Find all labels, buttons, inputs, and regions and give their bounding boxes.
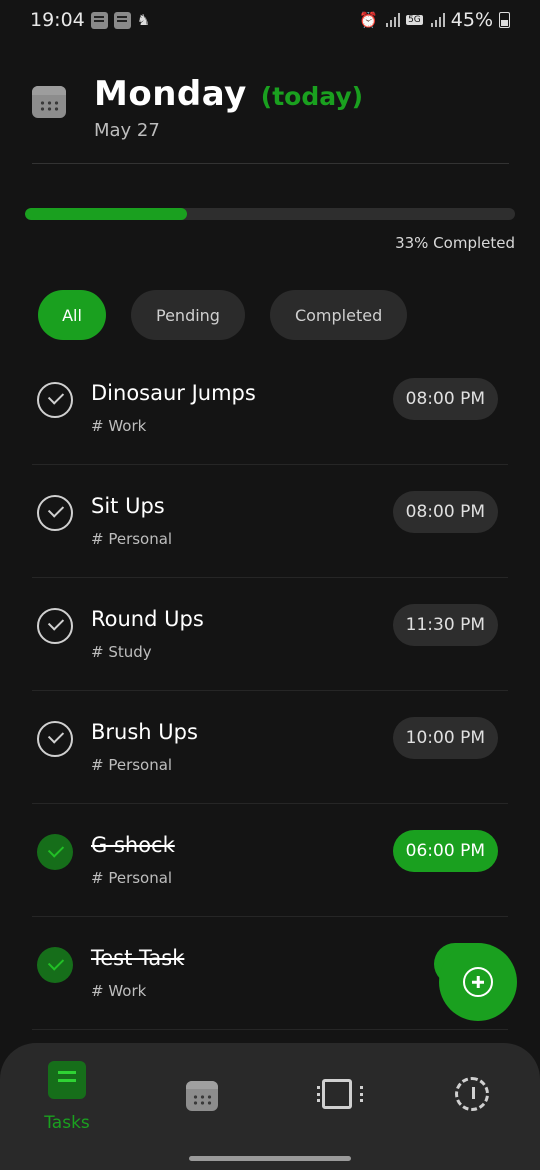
calendar-icon[interactable]: [32, 86, 66, 118]
task-tag: # Work: [91, 982, 147, 1000]
nav-calendar[interactable]: [162, 1081, 242, 1111]
task-title: Brush Ups: [91, 720, 198, 744]
task-list: Dinosaur Jumps # Work 08:00 PM Sit Ups # Per…: [32, 352, 508, 1030]
day-title: Monday: [94, 74, 247, 114]
network-type-badge: 5G: [406, 15, 423, 25]
task-time-pill[interactable]: 06:00 PM: [392, 830, 498, 872]
signal-icon-2: [429, 13, 445, 27]
timer-nav-icon: [455, 1077, 489, 1111]
signal-icon: [384, 13, 401, 27]
task-time-pill[interactable]: 08:00 PM: [392, 491, 498, 533]
task-tag: # Study: [91, 643, 152, 661]
status-left: 19:04 ♞: [30, 9, 150, 31]
status-right: ⏰ 5G 45%: [359, 9, 510, 31]
tasks-nav-icon: [48, 1061, 86, 1099]
task-tag: # Personal: [91, 530, 173, 548]
home-indicator[interactable]: [189, 1156, 351, 1161]
task-time-pill[interactable]: 10:00 PM: [392, 717, 498, 759]
alarm-icon: ⏰: [359, 11, 379, 29]
meditation-notification-icon: ♞: [136, 11, 151, 29]
filter-chips: All Pending Completed: [38, 290, 408, 340]
day-header: Monday (today) May 27: [32, 74, 363, 141]
status-time: 19:04: [30, 9, 85, 31]
nav-tasks-label: Tasks: [44, 1113, 90, 1133]
task-tag: # Personal: [91, 756, 173, 774]
battery-icon: [499, 12, 510, 28]
task-row[interactable]: Round Ups # Study 11:30 PM: [32, 578, 508, 691]
task-row[interactable]: G shock # Personal 06:00 PM: [32, 804, 508, 917]
task-checkbox[interactable]: [37, 382, 73, 418]
status-bar: 19:04 ♞ ⏰ 5G 45%: [0, 0, 540, 40]
header-divider: [32, 163, 509, 164]
tasks-notification-icon-2: [113, 11, 131, 29]
nav-tasks[interactable]: Tasks: [27, 1061, 107, 1133]
progress-bar: [25, 208, 515, 220]
task-row[interactable]: Test Task# Work05:4: [32, 917, 508, 1030]
tasks-notification-icon: [90, 11, 108, 29]
task-row[interactable]: Dinosaur Jumps # Work 08:00 PM: [32, 352, 508, 465]
add-task-icon: [463, 967, 493, 997]
chip-nav-icon: [317, 1079, 363, 1109]
task-checkbox[interactable]: [37, 834, 73, 870]
header-text: Monday (today) May 27: [94, 74, 363, 141]
task-tag: # Work: [91, 417, 147, 435]
task-title: Dinosaur Jumps: [91, 381, 256, 405]
battery-percent: 45%: [450, 9, 493, 31]
today-label: (today): [260, 82, 364, 111]
task-checkbox[interactable]: [37, 495, 73, 531]
bottom-nav: Tasks: [0, 1043, 540, 1170]
add-task-button[interactable]: [439, 943, 517, 1021]
task-title: Test Task: [91, 946, 185, 970]
task-title: Sit Ups: [91, 494, 165, 518]
task-title: Round Ups: [91, 607, 204, 631]
title-row: Monday (today): [94, 74, 363, 114]
date-subtitle: May 27: [94, 120, 160, 141]
filter-pending-chip[interactable]: Pending: [131, 290, 245, 340]
task-checkbox[interactable]: [37, 947, 73, 983]
task-checkbox[interactable]: [37, 608, 73, 644]
task-time-pill[interactable]: 08:00 PM: [392, 378, 498, 420]
task-title: G shock: [91, 833, 175, 857]
nav-timer[interactable]: [432, 1077, 512, 1111]
task-row[interactable]: Sit Ups # Personal 08:00 PM: [32, 465, 508, 578]
task-checkbox[interactable]: [37, 721, 73, 757]
calendar-nav-icon: [186, 1081, 218, 1111]
filter-completed-chip[interactable]: Completed: [269, 290, 408, 340]
progress-fill: [25, 208, 187, 220]
nav-chip[interactable]: [297, 1079, 377, 1109]
task-tag: # Personal: [91, 869, 173, 887]
task-time-pill[interactable]: 11:30 PM: [392, 604, 498, 646]
progress-label: 33% Completed: [395, 234, 515, 252]
task-row[interactable]: Brush Ups # Personal 10:00 PM: [32, 691, 508, 804]
filter-all-chip[interactable]: All: [38, 290, 106, 340]
